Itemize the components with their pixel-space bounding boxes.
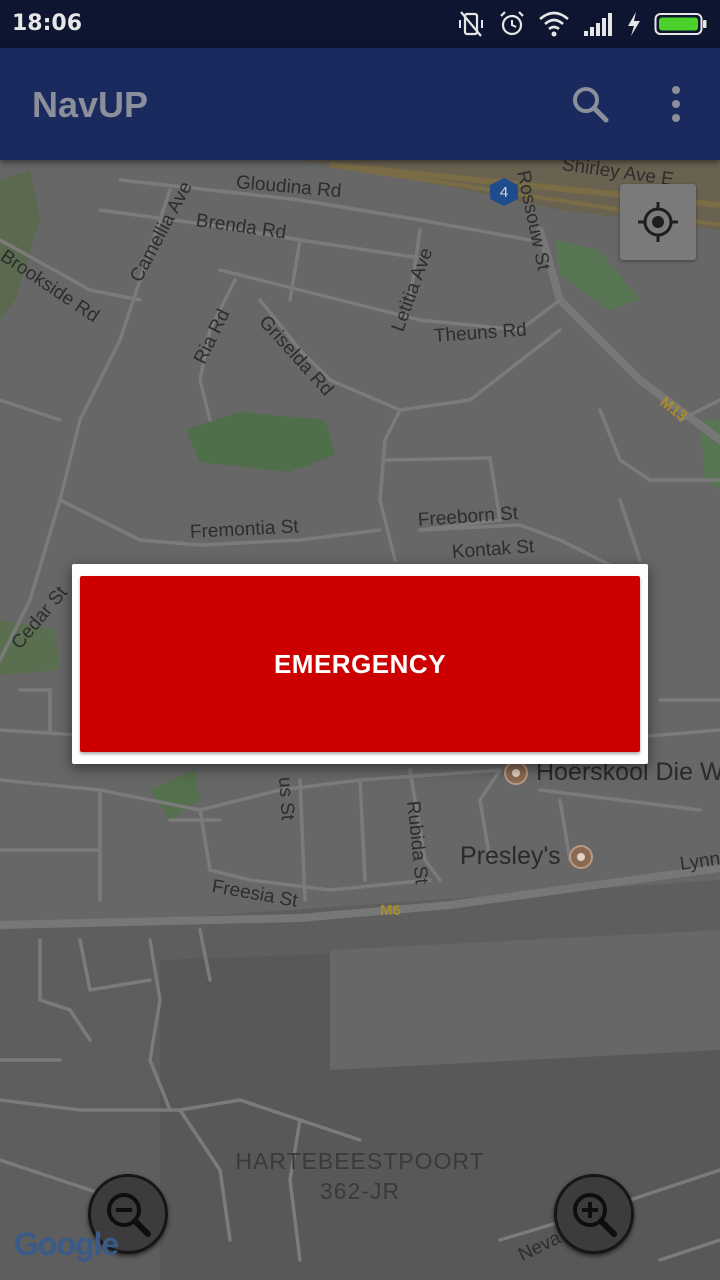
area-label: HARTEBEESTPOORT 362-JR — [230, 1146, 490, 1206]
app-bar: NavUP — [0, 48, 720, 160]
poi-label: Presley's — [460, 842, 561, 870]
my-location-button[interactable] — [620, 184, 696, 260]
zoom-in-button[interactable] — [554, 1174, 634, 1254]
emergency-dialog: EMERGENCY — [72, 564, 648, 764]
zoom-in-icon — [573, 1193, 617, 1237]
battery-icon — [654, 13, 707, 35]
app-title: NavUP — [32, 84, 149, 125]
status-time: 18:06 — [12, 11, 83, 36]
place-icon — [568, 844, 593, 869]
area-label-line2: 362-JR — [319, 1178, 401, 1204]
road-label: us St — [274, 776, 298, 821]
more-vert-icon — [672, 86, 680, 122]
route-shield-number: 4 — [499, 183, 509, 201]
status-bar: 18:06 — [0, 0, 720, 48]
vibrate-off-icon — [459, 11, 483, 37]
search-button[interactable] — [566, 80, 614, 128]
google-attribution: Google — [14, 1226, 119, 1262]
poi-presleys[interactable]: Presley's — [460, 842, 593, 871]
status-icons — [456, 8, 708, 40]
highway-label: M6 — [380, 902, 401, 919]
alarm-icon — [500, 11, 524, 36]
signal-icon — [584, 13, 612, 36]
my-location-icon — [638, 202, 678, 242]
charging-icon — [628, 12, 640, 36]
emergency-button[interactable]: EMERGENCY — [80, 576, 640, 752]
search-icon — [573, 87, 609, 123]
google-logo: Google — [14, 1226, 119, 1263]
wifi-icon — [539, 11, 569, 37]
area-label-line1: HARTEBEESTPOORT — [235, 1148, 485, 1174]
school-icon — [504, 760, 528, 785]
more-options-button[interactable] — [652, 80, 700, 128]
